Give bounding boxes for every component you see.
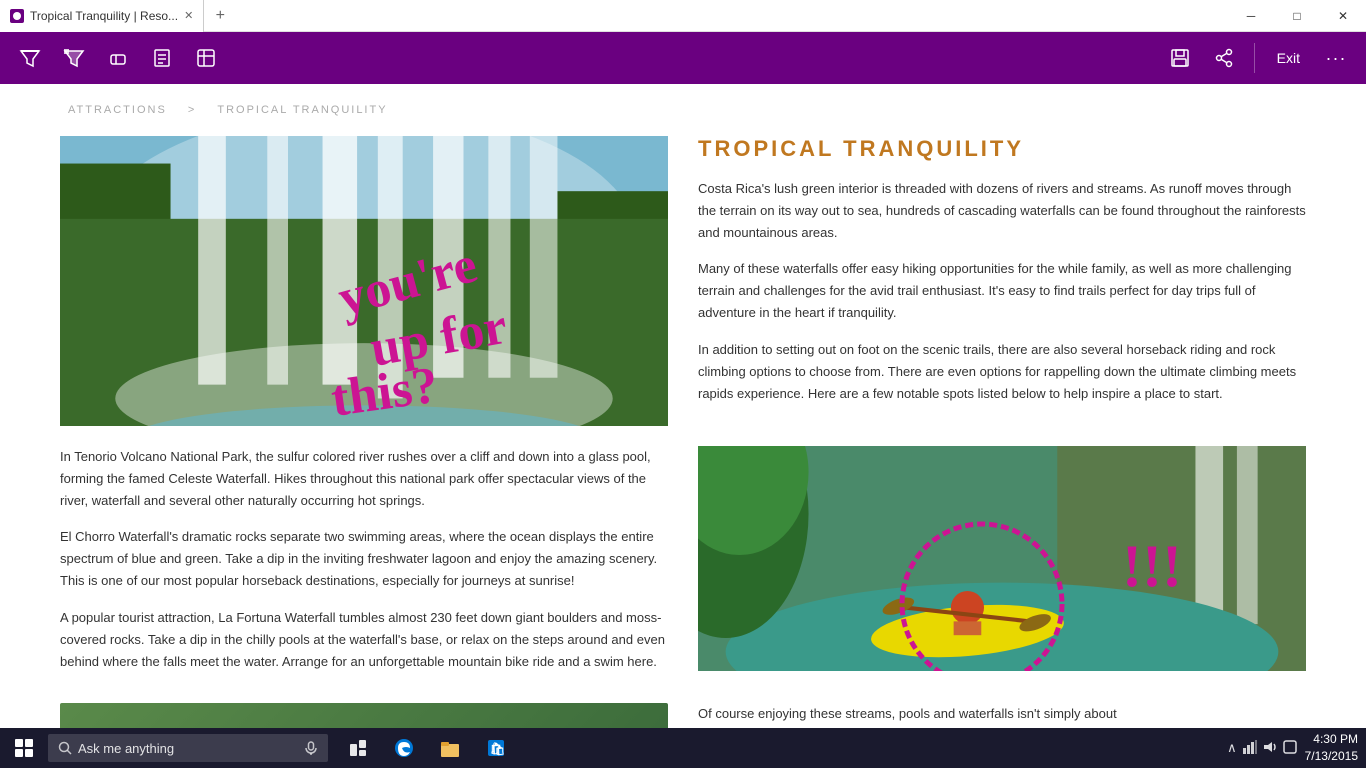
microphone-icon <box>304 741 318 755</box>
tab-close-button[interactable]: ✕ <box>184 9 193 22</box>
left-para1: In Tenorio Volcano National Park, the su… <box>60 446 668 512</box>
toolbar-eraser-button[interactable] <box>100 40 136 76</box>
title-bar: Tropical Tranquility | Reso... ✕ + ─ □ ✕ <box>0 0 1366 32</box>
windows-logo <box>15 739 33 757</box>
close-button[interactable]: ✕ <box>1320 0 1366 32</box>
main-para2: Many of these waterfalls offer easy hiki… <box>698 258 1306 324</box>
taskbar-pinned-icons: 🛍 <box>328 728 518 768</box>
edge-browser-button[interactable] <box>382 728 426 768</box>
toolbar-note-button[interactable] <box>144 40 180 76</box>
system-clock[interactable]: 4:30 PM 7/13/2015 <box>1305 731 1358 765</box>
windows-logo-q2 <box>25 739 33 747</box>
top-two-col: you're up for this? TROPICAL TRANQUILITY… <box>60 136 1306 426</box>
search-bar[interactable]: Ask me anything <box>48 734 328 762</box>
exit-button[interactable]: Exit <box>1267 44 1310 72</box>
left-text-column: In Tenorio Volcano National Park, the su… <box>60 446 668 687</box>
main-para1: Costa Rica's lush green interior is thre… <box>698 178 1306 244</box>
breadcrumb-parent[interactable]: ATTRACTIONS <box>68 104 167 116</box>
windows-logo-q1 <box>15 739 23 747</box>
start-button[interactable] <box>0 728 48 768</box>
tab-favicon <box>10 9 24 23</box>
windows-logo-q3 <box>15 749 23 757</box>
windows-logo-q4 <box>25 749 33 757</box>
breadcrumb-current: TROPICAL TRANQUILITY <box>217 104 387 116</box>
clock-date: 7/13/2015 <box>1305 748 1358 765</box>
new-tab-button[interactable]: + <box>204 0 236 32</box>
left-para2: El Chorro Waterfall's dramatic rocks sep… <box>60 526 668 592</box>
bottom-image-placeholder <box>60 703 668 728</box>
more-button[interactable]: ··· <box>1318 40 1354 76</box>
left-para3: A popular tourist attraction, La Fortuna… <box>60 607 668 673</box>
save-button[interactable] <box>1162 40 1198 76</box>
taskbar-right: ∧ 4:30 PM 7/13/2015 <box>1227 731 1366 765</box>
share-button[interactable] <box>1206 40 1242 76</box>
taskbar: Ask me anything 🛍 ∧ <box>0 728 1366 768</box>
system-tray-icons: ∧ <box>1227 740 1297 757</box>
search-placeholder: Ask me anything <box>78 741 174 756</box>
notification-icon[interactable] <box>1283 740 1297 757</box>
svg-text:🛍: 🛍 <box>490 742 505 756</box>
main-text-column: TROPICAL TRANQUILITY Costa Rica's lush g… <box>698 136 1306 426</box>
window-controls: ─ □ ✕ <box>1228 0 1366 32</box>
task-view-button[interactable] <box>336 728 380 768</box>
tab-area: Tropical Tranquility | Reso... ✕ + <box>0 0 236 31</box>
kayak-image <box>698 446 1306 671</box>
tab-title: Tropical Tranquility | Reso... <box>30 9 178 23</box>
network-icon[interactable] <box>1243 740 1257 757</box>
kayak-image-container: !!! <box>698 446 1306 687</box>
bottom-row: In Tenorio Volcano National Park, the su… <box>60 446 1306 687</box>
breadcrumb: ATTRACTIONS > TROPICAL TRANQUILITY <box>60 104 1306 116</box>
toolbar-clip-button[interactable] <box>188 40 224 76</box>
toolbar-right: Exit ··· <box>1162 40 1354 76</box>
toolbar: Exit ··· <box>0 32 1366 84</box>
main-image-container: you're up for this? <box>60 136 668 426</box>
toolbar-filter1-button[interactable] <box>12 40 48 76</box>
store-button[interactable]: 🛍 <box>474 728 518 768</box>
toolbar-filter2-button[interactable] <box>56 40 92 76</box>
search-icon <box>58 741 72 755</box>
bottom-text-preview: Of course enjoying these streams, pools … <box>60 703 1306 728</box>
clock-time: 4:30 PM <box>1305 731 1358 748</box>
main-section-title: TROPICAL TRANQUILITY <box>698 136 1306 162</box>
main-para3: In addition to setting out on foot on th… <box>698 339 1306 405</box>
toolbar-separator <box>1254 43 1255 73</box>
breadcrumb-separator: > <box>188 104 196 116</box>
waterfall-image <box>60 136 668 426</box>
maximize-button[interactable]: □ <box>1274 0 1320 32</box>
bottom-para: Of course enjoying these streams, pools … <box>698 703 1306 728</box>
volume-icon[interactable] <box>1263 740 1277 757</box>
system-tray-expand[interactable]: ∧ <box>1227 740 1237 756</box>
active-tab[interactable]: Tropical Tranquility | Reso... ✕ <box>0 0 204 32</box>
content-area: ATTRACTIONS > TROPICAL TRANQUILITY <box>0 84 1366 728</box>
file-explorer-button[interactable] <box>428 728 472 768</box>
bottom-two-col: Of course enjoying these streams, pools … <box>60 703 1306 728</box>
minimize-button[interactable]: ─ <box>1228 0 1274 32</box>
